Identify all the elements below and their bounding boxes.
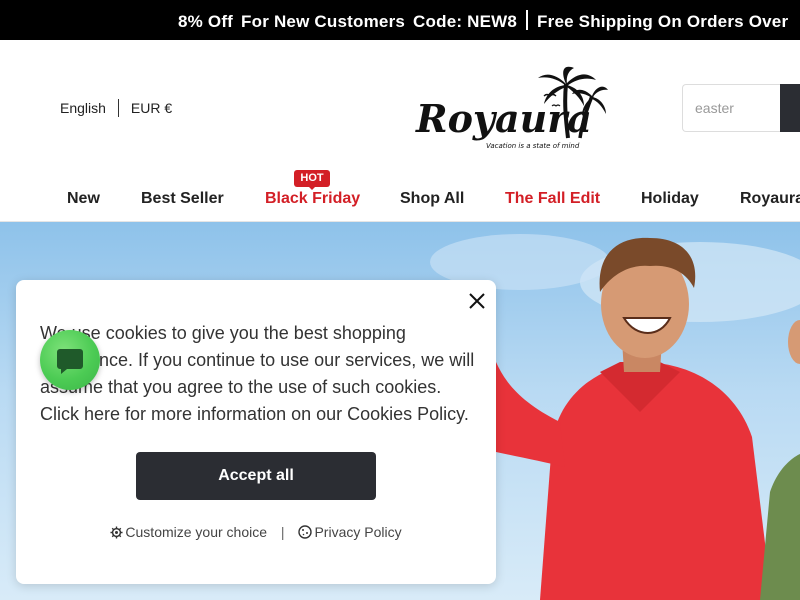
- announcement-code: Code: NEW8: [413, 12, 518, 31]
- close-icon[interactable]: [466, 290, 488, 312]
- customize-choice-label: Customize your choice: [125, 524, 268, 540]
- search-box: [682, 84, 800, 132]
- cookie-consent-dialog: We use cookies to give you the best shop…: [16, 280, 496, 584]
- nav-item-new[interactable]: New: [67, 190, 100, 208]
- chat-button[interactable]: [40, 330, 100, 390]
- nav-item-royaura[interactable]: Royaura: [740, 190, 800, 208]
- locale-divider: [117, 99, 119, 117]
- cookie-icon: [298, 525, 313, 539]
- accept-all-button[interactable]: Accept all: [136, 452, 376, 500]
- customize-choice-link[interactable]: Customize your choice: [110, 524, 271, 540]
- cookie-message: We use cookies to give you the best shop…: [40, 323, 475, 424]
- announcement-offer: 8% Off: [178, 12, 234, 31]
- logo-wordmark: Royaura: [415, 96, 592, 141]
- nav-item-black-friday[interactable]: Black Friday: [265, 190, 360, 208]
- locale-selector: English EUR €: [60, 99, 172, 117]
- nav-item-fall-edit[interactable]: The Fall Edit: [505, 190, 600, 208]
- nav-item-best-seller[interactable]: Best Seller: [141, 190, 224, 208]
- logo-tagline: Vacation is a state of mind: [486, 142, 580, 150]
- nav-item-holiday[interactable]: Holiday: [641, 190, 699, 208]
- announcement-bar: 8% Off For New Customers Code: NEW8 Free Sh…: [0, 0, 800, 40]
- cookie-links: Customize your choice | Privacy Policy: [16, 524, 496, 540]
- announcement-divider: [526, 10, 529, 30]
- nav-item-shop-all[interactable]: Shop All: [400, 190, 464, 208]
- chat-icon: [57, 349, 83, 374]
- privacy-policy-label: Privacy Policy: [314, 524, 402, 540]
- site-logo[interactable]: Royaura Vacation is a state of mind: [414, 66, 610, 154]
- announcement-customers: For New Customers: [241, 12, 406, 31]
- announcement-shipping: Free Shipping On Orders Over: [537, 12, 789, 31]
- privacy-policy-link[interactable]: Privacy Policy: [298, 524, 402, 540]
- search-button[interactable]: [780, 84, 800, 132]
- search-input[interactable]: [683, 85, 791, 131]
- cookie-links-separator: |: [280, 524, 285, 540]
- main-nav: New Best Seller Black Friday Shop All Th…: [0, 180, 800, 220]
- currency-selector[interactable]: EUR €: [131, 100, 172, 116]
- gear-icon: [110, 526, 123, 539]
- language-selector[interactable]: English: [60, 100, 106, 116]
- announcement-track: 8% Off For New Customers Code: NEW8 Free Sh…: [178, 10, 788, 32]
- palm-tree-icon: Royaura Vacation is a state of mind: [415, 66, 608, 150]
